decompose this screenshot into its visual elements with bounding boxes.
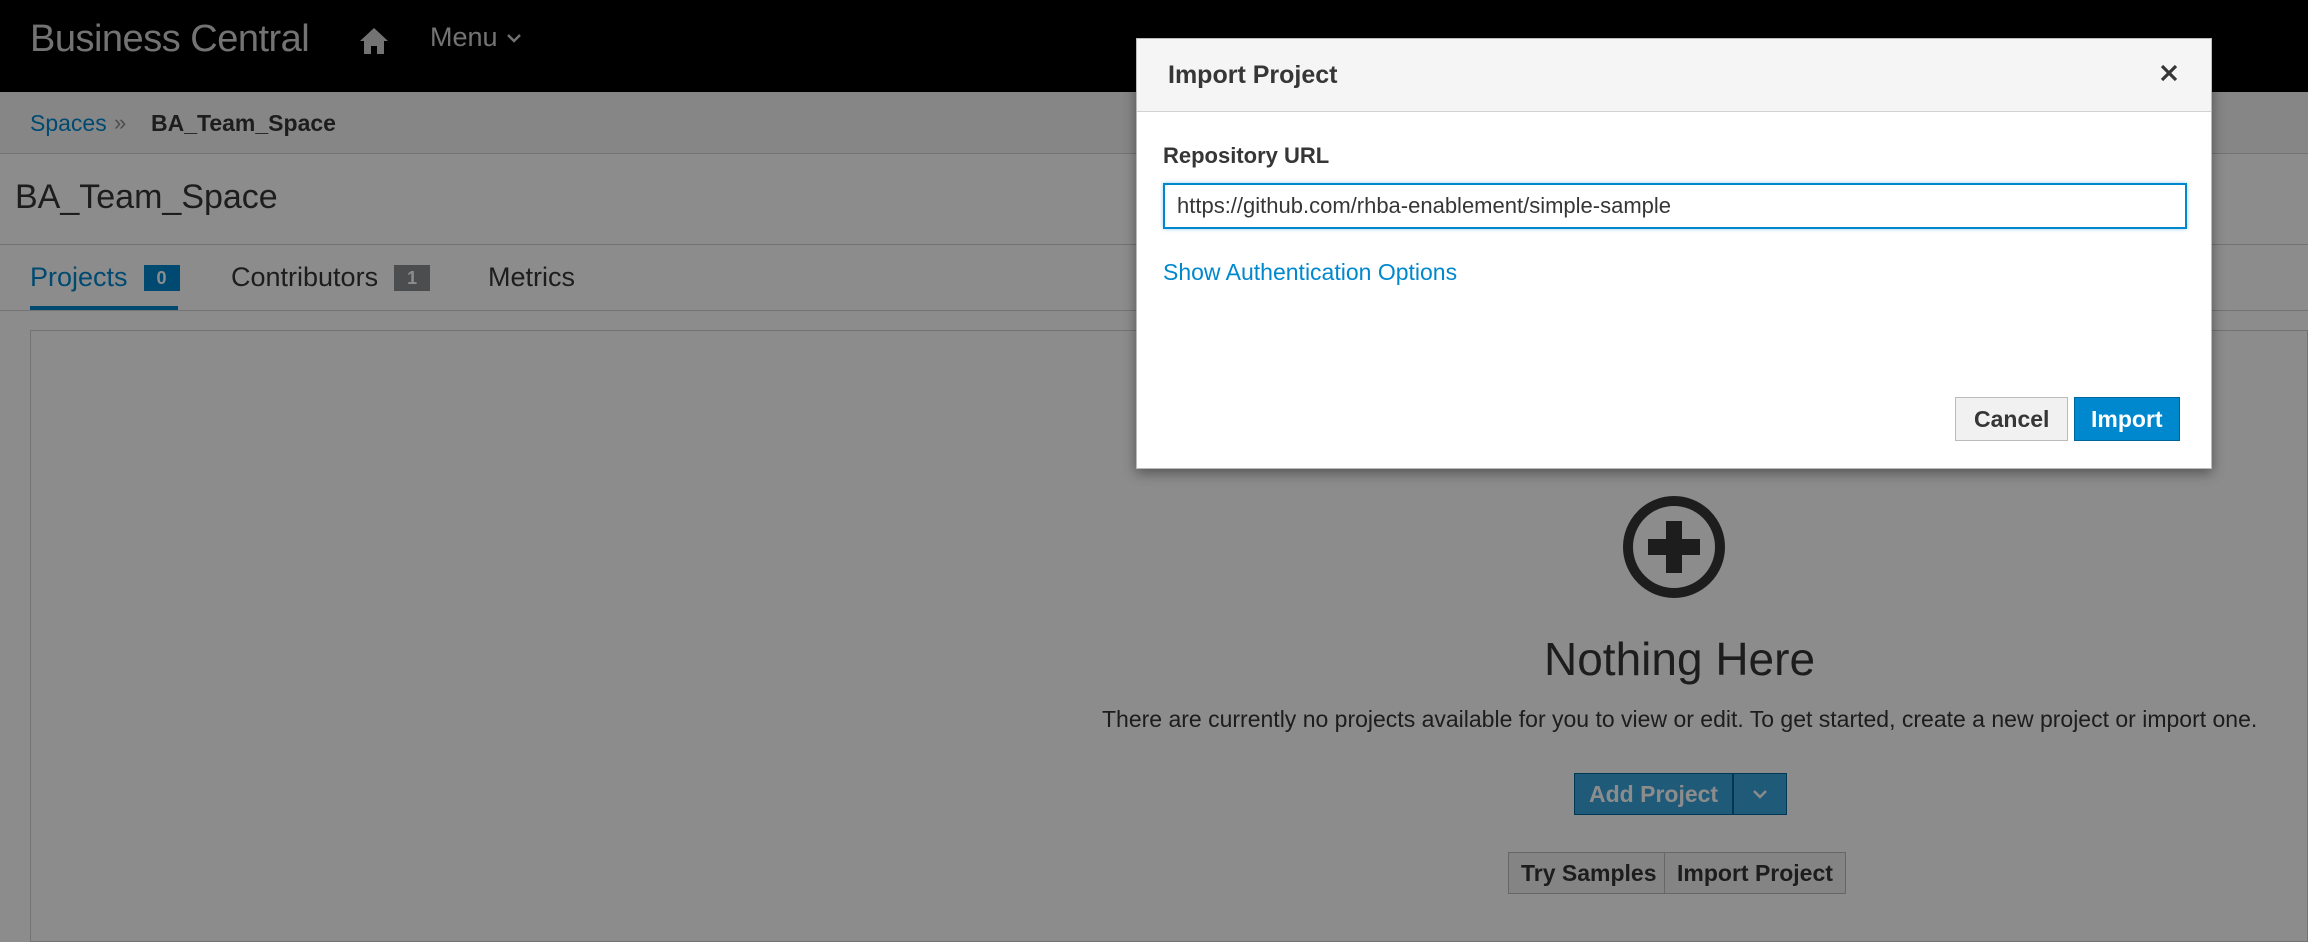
modal-title: Import Project [1168,61,1338,89]
close-icon[interactable] [2157,61,2181,85]
import-project-modal: Import Project Repository URL Show Authe… [1136,38,2212,469]
repository-url-label: Repository URL [1163,143,1330,168]
repository-url-input[interactable] [1163,183,2187,229]
import-button[interactable]: Import [2074,397,2180,441]
cancel-button[interactable]: Cancel [1955,397,2069,441]
show-authentication-options-link[interactable]: Show Authentication Options [1163,259,1457,286]
modal-header: Import Project [1137,39,2211,112]
